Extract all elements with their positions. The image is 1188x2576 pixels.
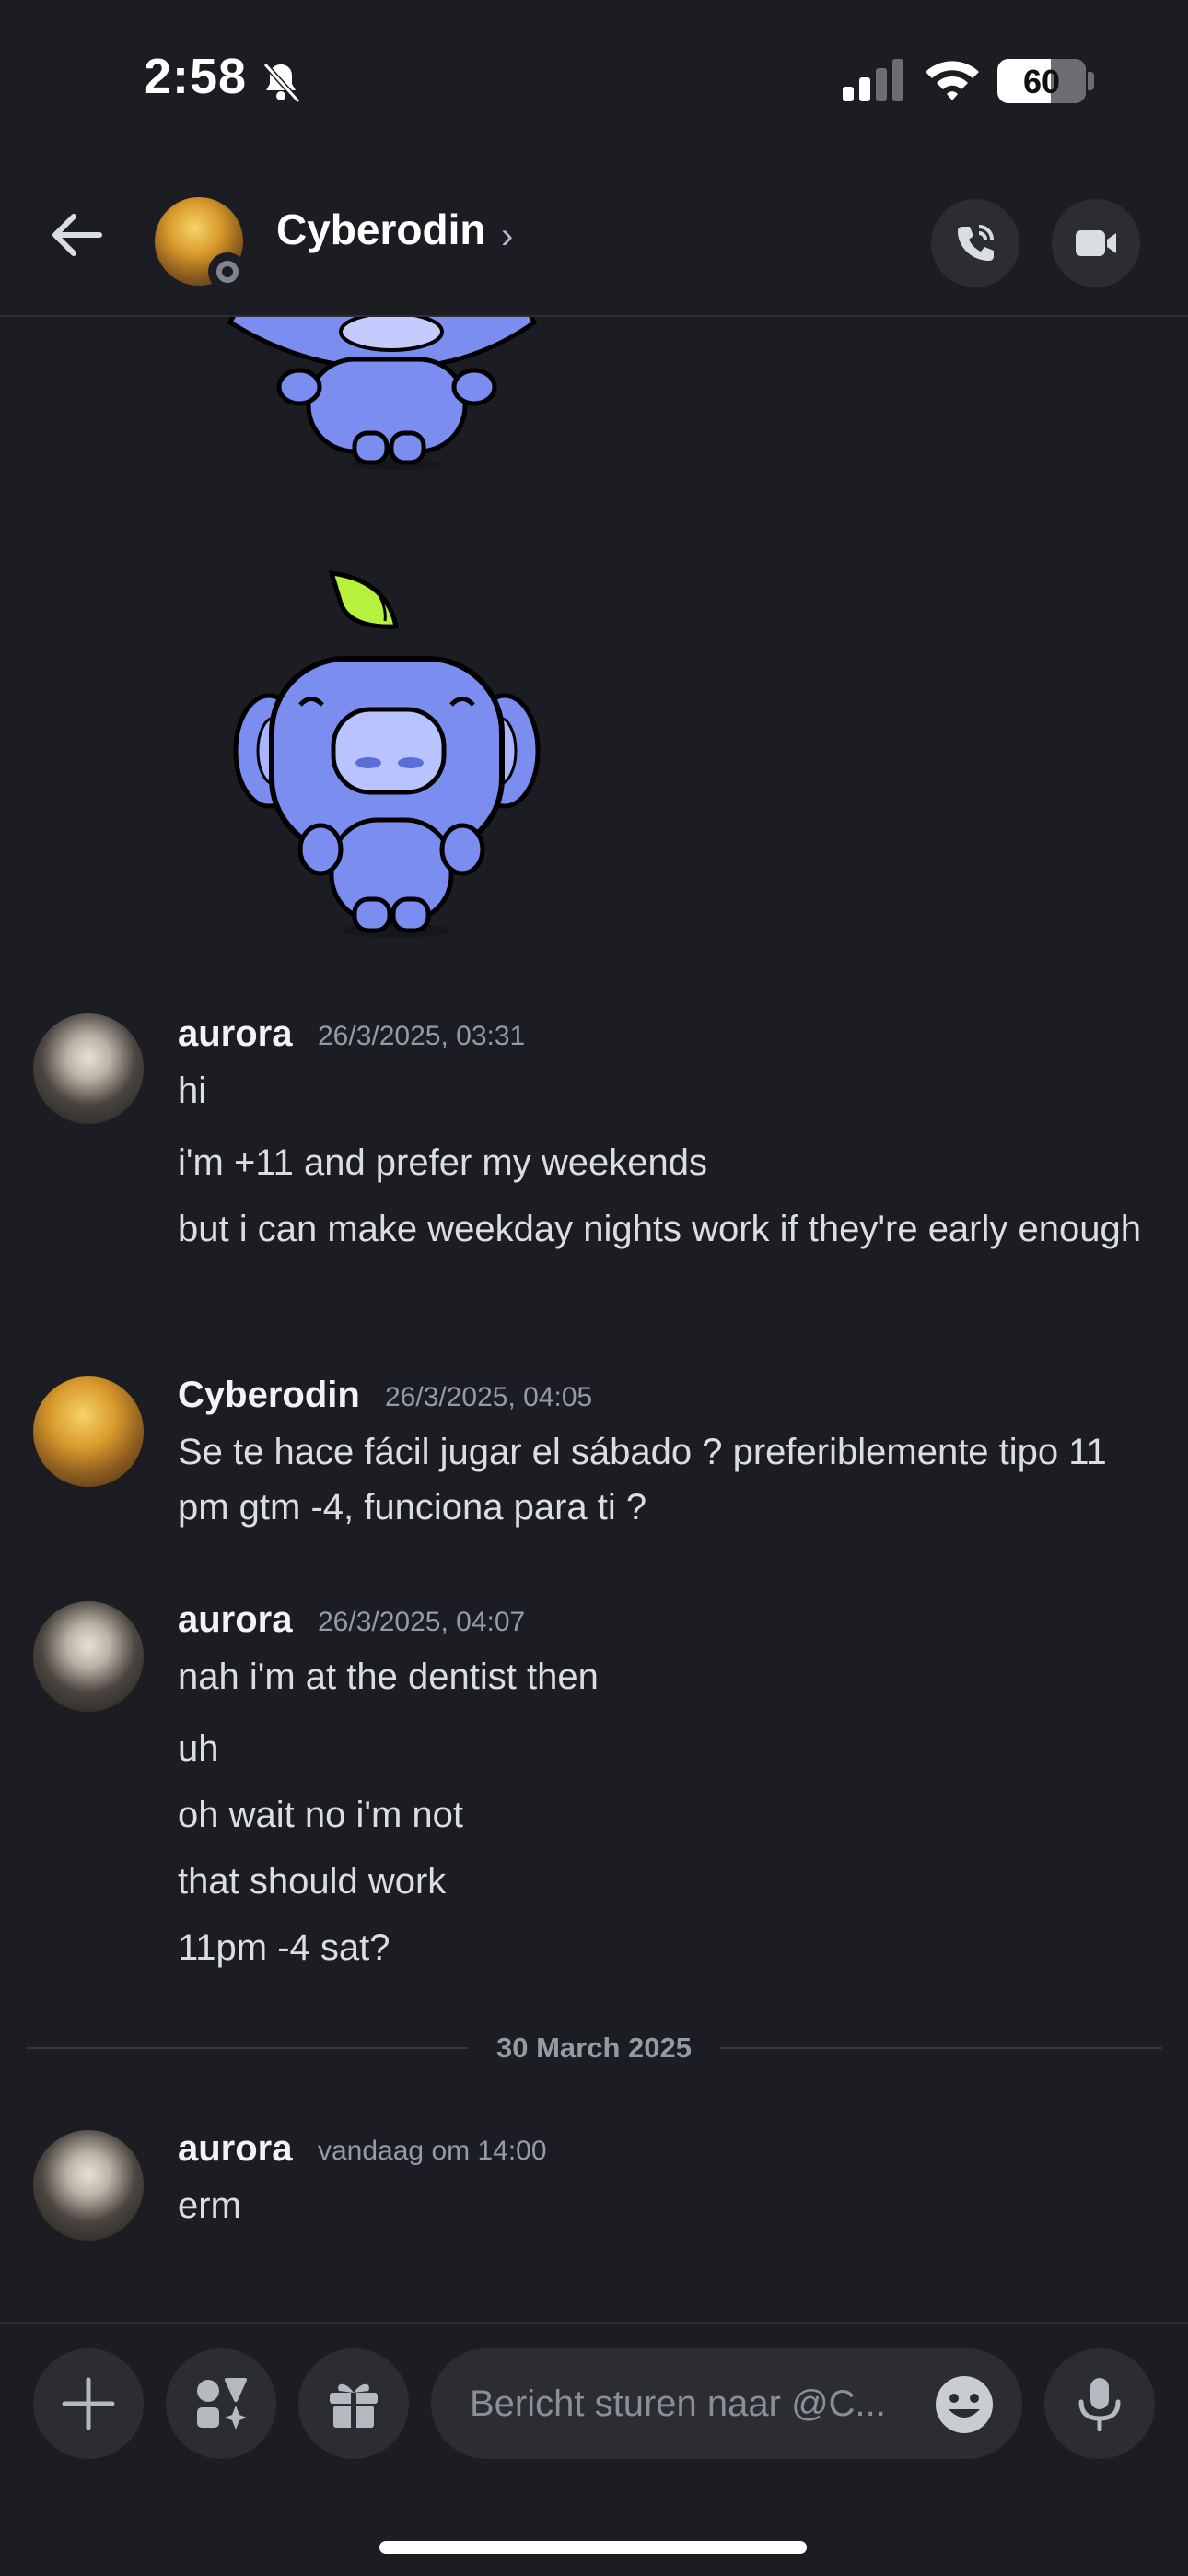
wifi-icon: [926, 61, 979, 100]
message-username[interactable]: aurora: [178, 1599, 293, 1641]
battery-percentage: 60: [1022, 63, 1061, 100]
message-username[interactable]: aurora: [178, 1013, 293, 1055]
message-timestamp: 26/3/2025, 04:07: [318, 1607, 526, 1637]
avatar[interactable]: [33, 1601, 144, 1712]
apps-icon: [197, 2378, 247, 2430]
home-indicator[interactable]: [379, 2541, 807, 2554]
avatar[interactable]: [33, 2130, 144, 2241]
bell-off-icon: [262, 62, 301, 104]
message-username[interactable]: Cyberodin: [178, 1375, 360, 1416]
message-text[interactable]: nah i'm at the dentist then: [178, 1649, 1154, 1704]
attach-button[interactable]: [33, 2348, 144, 2459]
message-input-container: [431, 2348, 1022, 2459]
message-timestamp: 26/3/2025, 03:31: [318, 1021, 526, 1051]
gift-button[interactable]: [298, 2348, 409, 2459]
avatar[interactable]: [33, 1013, 144, 1124]
apps-button[interactable]: [166, 2348, 276, 2459]
message-text[interactable]: i'm +11 and prefer my weekends: [178, 1135, 1154, 1190]
wumpus-sticker: [233, 570, 541, 938]
message-username[interactable]: aurora: [178, 2128, 293, 2170]
message-text[interactable]: hi: [178, 1063, 1154, 1118]
gift-icon: [330, 2383, 378, 2428]
message-text[interactable]: oh wait no i'm not: [178, 1787, 1154, 1843]
phone-call-icon: [958, 225, 994, 261]
message-text[interactable]: Se te hace fácil jugar el sábado ? prefe…: [178, 1424, 1154, 1535]
channel-name[interactable]: Cyberodin: [276, 205, 485, 254]
battery-nub: [1088, 72, 1094, 90]
status-time: 2:58: [144, 49, 248, 104]
date-divider-label: 30 March 2025: [468, 2027, 720, 2069]
status-bar: 2:58 60: [0, 0, 1188, 157]
message-text[interactable]: but i can make weekday nights work if th…: [178, 1201, 1154, 1257]
voice-call-button[interactable]: [931, 199, 1019, 287]
message-text[interactable]: that should work: [178, 1854, 1154, 1909]
offline-status-dot: [208, 252, 247, 291]
message-text[interactable]: 11pm -4 sat?: [178, 1920, 1154, 1975]
back-arrow-icon[interactable]: [46, 205, 107, 265]
chevron-right-icon[interactable]: ›: [501, 216, 513, 257]
video-call-button[interactable]: [1052, 199, 1140, 287]
emoji-icon[interactable]: [934, 2374, 995, 2435]
avatar[interactable]: [33, 1376, 144, 1487]
message-timestamp: vandaag om 14:00: [318, 2136, 547, 2166]
battery-icon: 60: [997, 59, 1086, 103]
message-text[interactable]: uh: [178, 1721, 1154, 1776]
message-input[interactable]: [470, 2348, 949, 2459]
microphone-icon: [1078, 2378, 1121, 2431]
signal-icon: [843, 59, 903, 101]
voice-message-button[interactable]: [1044, 2348, 1155, 2459]
message-timestamp: 26/3/2025, 04:05: [385, 1382, 593, 1412]
message-text[interactable]: erm: [178, 2178, 1154, 2233]
plus-icon: [62, 2377, 115, 2430]
chat-header: Cyberodin ›: [0, 157, 1188, 317]
video-camera-icon: [1076, 230, 1116, 256]
